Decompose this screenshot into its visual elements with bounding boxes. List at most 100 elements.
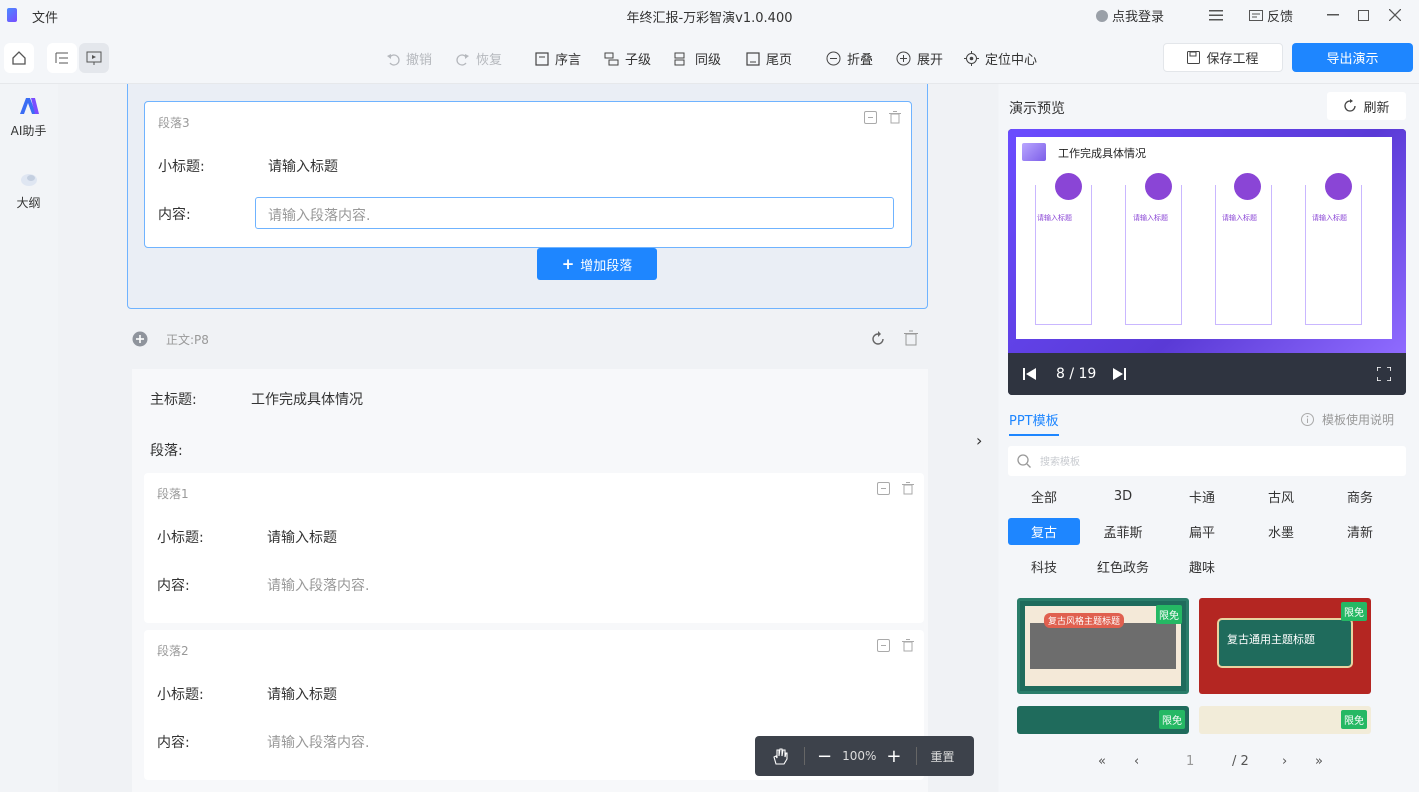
paragraph-card[interactable]: 段落1 小标题: 请输入标题 内容: 请输入段落内容.	[144, 473, 924, 623]
outline-nav[interactable]: 大纲	[0, 170, 57, 211]
template-card[interactable]: 限免	[1199, 706, 1371, 734]
zoom-in-icon[interactable]: +	[886, 746, 901, 767]
fullscreen-icon[interactable]	[1377, 367, 1391, 381]
left-nav: AI助手 大纲	[0, 84, 57, 792]
category-chip[interactable]: 孟菲斯	[1087, 518, 1159, 545]
ending-page-icon	[745, 51, 760, 66]
paragraph-label: 段落1	[157, 487, 189, 501]
slide-page-indicator: 8 / 19	[1056, 366, 1097, 382]
category-chip[interactable]: 3D	[1087, 483, 1159, 510]
previous-page-icon[interactable]: ‹	[1134, 754, 1139, 769]
category-chip[interactable]: 古风	[1245, 483, 1317, 510]
add-paragraph-button[interactable]: + 增加段落	[537, 248, 657, 280]
user-icon	[1096, 9, 1108, 22]
content-input[interactable]: 请输入段落内容.	[267, 575, 369, 595]
feedback-button[interactable]: 反馈	[1249, 6, 1293, 25]
tab-ppt-templates[interactable]: PPT模板	[1009, 414, 1059, 436]
paragraphs-label: 段落:	[150, 443, 183, 459]
category-chip[interactable]: 水墨	[1245, 518, 1317, 545]
outline-label: 大纲	[16, 196, 41, 210]
template-help-link[interactable]: 模板使用说明	[1301, 411, 1394, 428]
add-circle-icon[interactable]	[132, 331, 148, 347]
hand-pan-icon[interactable]	[770, 746, 790, 766]
page-total: / 2	[1232, 754, 1249, 769]
collapse-paragraph-icon[interactable]	[864, 111, 877, 124]
collapse-paragraph-icon[interactable]	[877, 482, 890, 495]
subtitle-input[interactable]: 请输入标题	[267, 684, 337, 704]
outline-view-icon[interactable]	[47, 43, 77, 73]
template-card[interactable]: 限免	[1017, 706, 1189, 734]
delete-section-icon[interactable]	[904, 330, 918, 346]
save-project-button[interactable]: 保存工程	[1163, 43, 1283, 72]
child-level-icon	[604, 51, 619, 66]
expand-button[interactable]: 展开	[896, 49, 943, 68]
undo-button[interactable]: 撤销	[385, 49, 432, 68]
template-tabs: PPT模板	[1009, 410, 1059, 436]
presentation-view-icon[interactable]	[79, 43, 109, 73]
export-demo-button[interactable]: 导出演示	[1292, 43, 1413, 72]
trash-icon[interactable]	[902, 639, 914, 652]
file-menu[interactable]: 文件	[32, 7, 58, 26]
category-chip[interactable]: 扁平	[1166, 518, 1238, 545]
search-input[interactable]: 搜索模板	[1040, 453, 1080, 468]
refresh-preview-button[interactable]: 刷新	[1327, 92, 1406, 120]
content-input[interactable]: 请输入段落内容.	[267, 732, 369, 752]
collapse-paragraph-icon[interactable]	[877, 639, 890, 652]
login-button[interactable]: 点我登录	[1096, 6, 1164, 25]
last-page-icon[interactable]: »	[1315, 754, 1323, 769]
refresh-icon[interactable]	[869, 330, 887, 348]
preface-button[interactable]: 序言	[534, 49, 581, 68]
content-input[interactable]: 请输入段落内容.	[255, 197, 894, 229]
undo-icon	[385, 51, 400, 66]
redo-button[interactable]: 恢复	[455, 49, 502, 68]
template-card[interactable]: 复古风格主题标题 限免	[1017, 598, 1189, 694]
next-page-icon[interactable]: ›	[1282, 754, 1287, 769]
page-current[interactable]: 1	[1186, 754, 1194, 769]
first-page-icon[interactable]: «	[1098, 754, 1106, 769]
collapse-panel-chevron-icon[interactable]: ›	[976, 431, 982, 450]
paragraph-label: 段落3	[158, 116, 190, 130]
ai-assistant-nav[interactable]: AI助手	[0, 96, 57, 139]
login-label: 点我登录	[1112, 10, 1165, 25]
close-icon[interactable]	[1385, 5, 1405, 25]
paragraph-card[interactable]: 段落3 小标题: 请输入标题 内容: 请输入段落内容.	[144, 101, 912, 248]
locate-center-button[interactable]: 定位中心	[964, 49, 1037, 68]
slide-preview[interactable]: 工作完成具体情况 请输入标题 请输入标题 请输入标题 请输入标题 8 / 19	[1008, 129, 1406, 395]
free-badge: 限免	[1156, 605, 1182, 624]
main-title-input[interactable]: 工作完成具体情况	[251, 389, 363, 409]
home-icon[interactable]	[4, 43, 34, 73]
collapse-button[interactable]: 折叠	[826, 49, 873, 68]
category-chip[interactable]: 商务	[1324, 483, 1396, 510]
trash-icon[interactable]	[902, 482, 914, 495]
category-chip[interactable]: 红色政务	[1087, 553, 1159, 580]
refresh-icon	[1344, 99, 1357, 112]
next-slide-icon[interactable]	[1112, 368, 1127, 380]
menu-icon[interactable]	[1206, 5, 1226, 25]
category-chip[interactable]: 卡通	[1166, 483, 1238, 510]
trash-icon[interactable]	[889, 111, 901, 124]
app-logo-icon	[7, 8, 17, 22]
zoom-reset-button[interactable]: 重置	[931, 748, 955, 765]
template-card[interactable]: 复古通用主题标题 限免	[1199, 598, 1371, 694]
child-button[interactable]: 子级	[604, 49, 651, 68]
category-chip[interactable]: 复古	[1008, 518, 1080, 545]
minimize-icon[interactable]	[1323, 5, 1343, 25]
template-search[interactable]: 搜索模板	[1008, 446, 1406, 476]
subtitle-label: 小标题:	[157, 687, 204, 703]
selected-section: 段落3 小标题: 请输入标题 内容: 请输入段落内容. + 增加段落	[127, 84, 928, 309]
zoom-out-icon[interactable]: −	[817, 746, 832, 767]
right-panel: 演示预览 刷新 工作完成具体情况 请输入标题 请输入标题 请输入标题 请输入标题	[999, 84, 1419, 792]
previous-slide-icon[interactable]	[1023, 368, 1037, 380]
expand-icon	[896, 51, 911, 66]
subtitle-label: 小标题:	[158, 159, 205, 175]
ending-button[interactable]: 尾页	[745, 49, 792, 68]
category-chip[interactable]: 清新	[1324, 518, 1396, 545]
subtitle-input[interactable]: 请输入标题	[267, 527, 337, 547]
sibling-button[interactable]: 同级	[674, 49, 721, 68]
category-chip[interactable]: 科技	[1008, 553, 1080, 580]
subtitle-input[interactable]: 请输入标题	[268, 156, 338, 176]
category-chip[interactable]: 趣味	[1166, 553, 1238, 580]
category-chip[interactable]: 全部	[1008, 483, 1080, 510]
paragraph-label: 段落2	[157, 644, 189, 658]
maximize-icon[interactable]	[1353, 5, 1373, 25]
